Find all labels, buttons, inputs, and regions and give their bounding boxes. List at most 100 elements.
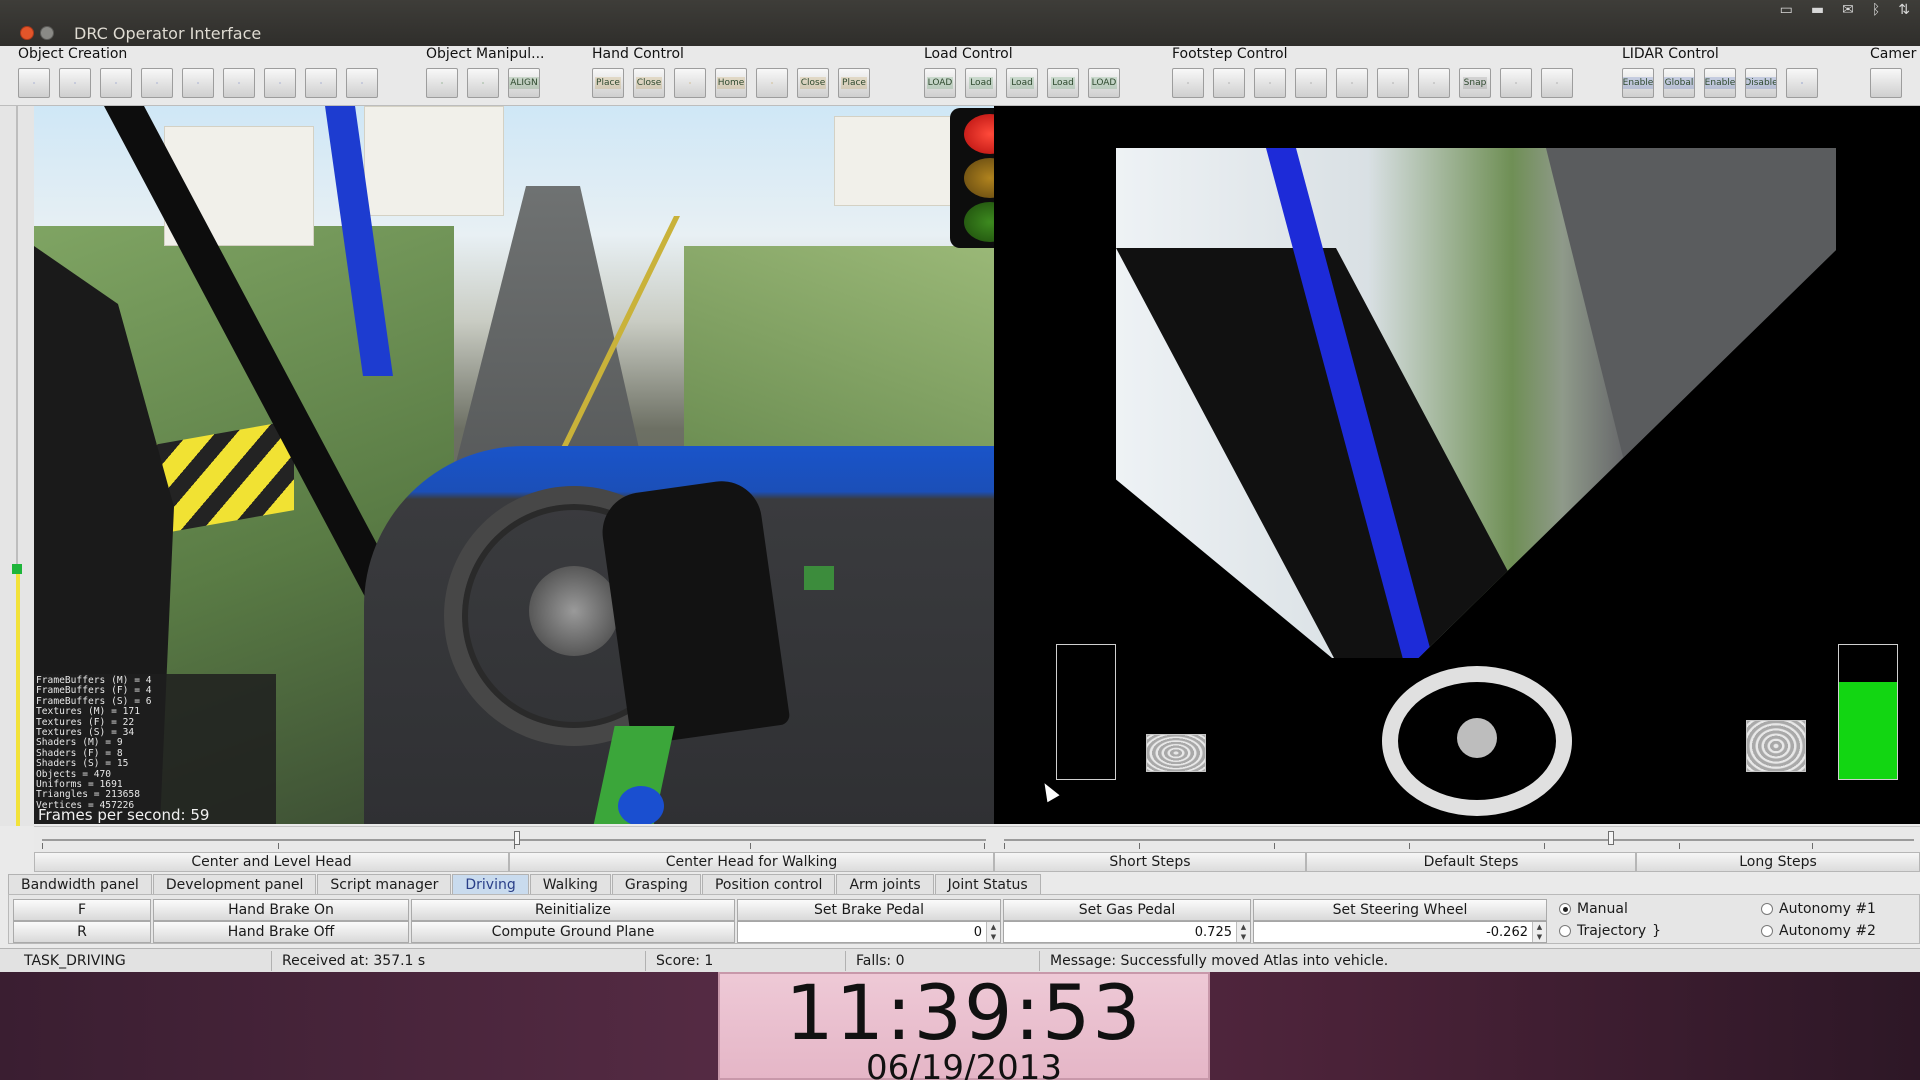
reverse-button[interactable]: R xyxy=(13,921,151,943)
toolbar-tool-icon[interactable]: Enable xyxy=(1704,68,1736,98)
tab-driving[interactable]: Driving xyxy=(452,874,529,894)
battery-icon[interactable]: ▬ xyxy=(1811,2,1824,22)
toolbar-tool-icon[interactable]: Snap xyxy=(1459,68,1491,98)
toolbar-tool-icon[interactable]: Load xyxy=(1047,68,1079,98)
toolbar-tool-icon[interactable] xyxy=(264,68,296,98)
tab-bandwidth-panel[interactable]: Bandwidth panel xyxy=(8,874,152,894)
gas-value-field[interactable]: 0.725 ▲ ▼ xyxy=(1003,921,1251,943)
toolbar-icon-row xyxy=(18,68,378,98)
forward-button[interactable]: F xyxy=(13,899,151,921)
mode-autonomy1-radio[interactable]: Autonomy #1 xyxy=(1761,901,1876,917)
operator-window: DRC Operator Interface ▭ ▬ ✉ ᛒ ⇅ Object … xyxy=(0,0,1920,972)
mode-manual-radio[interactable]: Manual xyxy=(1559,901,1628,917)
tab-joint-status[interactable]: Joint Status xyxy=(934,874,1041,894)
toolbar-tool-icon[interactable]: Place xyxy=(592,68,624,98)
toolbar-icon-caption: LOAD xyxy=(926,77,954,89)
toolbar-tool-icon[interactable] xyxy=(1254,68,1286,98)
brake-value-field[interactable]: 0 ▲ ▼ xyxy=(737,921,1001,943)
camera-image xyxy=(1116,148,1836,658)
bluetooth-icon[interactable]: ᛒ xyxy=(1872,2,1880,22)
minimize-button[interactable] xyxy=(40,26,54,40)
hand-brake-on-button[interactable]: Hand Brake On xyxy=(153,899,409,921)
network-icon[interactable]: ⇅ xyxy=(1898,2,1910,22)
toolbar-tool-icon[interactable]: LOAD xyxy=(1088,68,1120,98)
toolbar-icon-caption xyxy=(156,82,158,84)
toolbar-tool-icon[interactable]: Enable xyxy=(1622,68,1654,98)
toolbar-icon-caption xyxy=(1885,82,1887,84)
3d-view[interactable]: FrameBuffers (M) = 4 FrameBuffers (F) = 4… xyxy=(34,106,994,824)
set-steering-wheel-button[interactable]: Set Steering Wheel xyxy=(1253,899,1547,921)
toolbar-tool-icon[interactable]: Load xyxy=(965,68,997,98)
toolbar-tool-icon[interactable] xyxy=(223,68,255,98)
center-level-head-button[interactable]: Center and Level Head xyxy=(34,852,509,872)
toolbar-tool-icon[interactable] xyxy=(756,68,788,98)
toolbar-tool-icon[interactable]: Close xyxy=(797,68,829,98)
folder-icon[interactable]: ▭ xyxy=(1780,2,1793,22)
hand-brake-off-button[interactable]: Hand Brake Off xyxy=(153,921,409,943)
close-button[interactable] xyxy=(20,26,34,40)
toolbar-icon-caption xyxy=(320,82,322,84)
step-slider-track[interactable] xyxy=(1004,839,1914,841)
toolbar-tool-icon[interactable] xyxy=(1295,68,1327,98)
toolbar-tool-icon[interactable]: Home xyxy=(715,68,747,98)
toolbar-tool-icon[interactable]: ALIGN xyxy=(508,68,540,98)
steering-spinner[interactable]: ▲ ▼ xyxy=(1532,922,1546,942)
toolbar-tool-icon[interactable]: Load xyxy=(1006,68,1038,98)
gas-spinner[interactable]: ▲ ▼ xyxy=(1236,922,1250,942)
driving-camera-view[interactable] xyxy=(994,106,1920,824)
set-brake-pedal-button[interactable]: Set Brake Pedal xyxy=(737,899,1001,921)
toolbar-tool-icon[interactable]: Place xyxy=(838,68,870,98)
toolbar-tool-icon[interactable] xyxy=(18,68,50,98)
toolbar-tool-icon[interactable] xyxy=(182,68,214,98)
long-steps-button[interactable]: Long Steps xyxy=(1636,852,1920,872)
toolbar-tool-icon[interactable] xyxy=(141,68,173,98)
toolbar-tool-icon[interactable] xyxy=(1541,68,1573,98)
toolbar-icon-caption xyxy=(1187,82,1189,84)
slider-tick xyxy=(984,843,985,849)
toolbar-tool-icon[interactable] xyxy=(59,68,91,98)
step-slider-thumb[interactable] xyxy=(1608,831,1614,845)
center-head-walking-button[interactable]: Center Head for Walking xyxy=(509,852,994,872)
default-steps-button[interactable]: Default Steps xyxy=(1306,852,1636,872)
tab-arm-joints[interactable]: Arm joints xyxy=(836,874,934,894)
toolbar-tool-icon[interactable]: Close xyxy=(633,68,665,98)
toolbar-tool-icon[interactable] xyxy=(1377,68,1409,98)
toolbar-tool-icon[interactable] xyxy=(1336,68,1368,98)
toolbar-tool-icon[interactable] xyxy=(1172,68,1204,98)
set-gas-pedal-button[interactable]: Set Gas Pedal xyxy=(1003,899,1251,921)
toolbar-icon-caption: Close xyxy=(799,77,827,89)
toolbar-tool-icon[interactable]: Disable xyxy=(1745,68,1777,98)
steering-value-field[interactable]: -0.262 ▲ ▼ xyxy=(1253,921,1547,943)
mode-trajectory-radio[interactable]: Trajectory } xyxy=(1559,923,1661,939)
toolbar-tool-icon[interactable] xyxy=(346,68,378,98)
steering-hub xyxy=(529,566,619,656)
toolbar-tool-icon[interactable] xyxy=(305,68,337,98)
toolbar-tool-icon[interactable] xyxy=(674,68,706,98)
toolbar-tool-icon[interactable] xyxy=(1418,68,1450,98)
title-bar: DRC Operator Interface ▭ ▬ ✉ ᛒ ⇅ xyxy=(0,0,1920,46)
tab-development-panel[interactable]: Development panel xyxy=(152,874,317,894)
toolbar-tool-icon[interactable]: LOAD xyxy=(924,68,956,98)
toolbar-tool-icon[interactable] xyxy=(100,68,132,98)
toolbar-tool-icon[interactable] xyxy=(1870,68,1902,98)
toolbar-tool-icon[interactable] xyxy=(1786,68,1818,98)
tab-grasping[interactable]: Grasping xyxy=(611,874,701,894)
slider-tick xyxy=(750,843,751,849)
toolbar-tool-icon[interactable] xyxy=(467,68,499,98)
short-steps-button[interactable]: Short Steps xyxy=(994,852,1306,872)
mode-autonomy2-radio[interactable]: Autonomy #2 xyxy=(1761,923,1876,939)
tab-position-control[interactable]: Position control xyxy=(701,874,836,894)
toolbar-tool-icon[interactable] xyxy=(426,68,458,98)
toolbar-tool-icon[interactable]: Global xyxy=(1663,68,1695,98)
brake-spinner[interactable]: ▲ ▼ xyxy=(986,922,1000,942)
reinitialize-button[interactable]: Reinitialize xyxy=(411,899,735,921)
toolbar-tool-icon[interactable] xyxy=(1500,68,1532,98)
toolbar-tool-icon[interactable] xyxy=(1213,68,1245,98)
slider-row xyxy=(34,826,1920,852)
tab-walking[interactable]: Walking xyxy=(529,874,611,894)
gutter-marker[interactable] xyxy=(12,564,22,574)
compute-ground-plane-button[interactable]: Compute Ground Plane xyxy=(411,921,735,943)
tab-script-manager[interactable]: Script manager xyxy=(317,874,452,894)
gas-gauge-fill xyxy=(1839,681,1897,779)
mail-icon[interactable]: ✉ xyxy=(1842,2,1854,22)
